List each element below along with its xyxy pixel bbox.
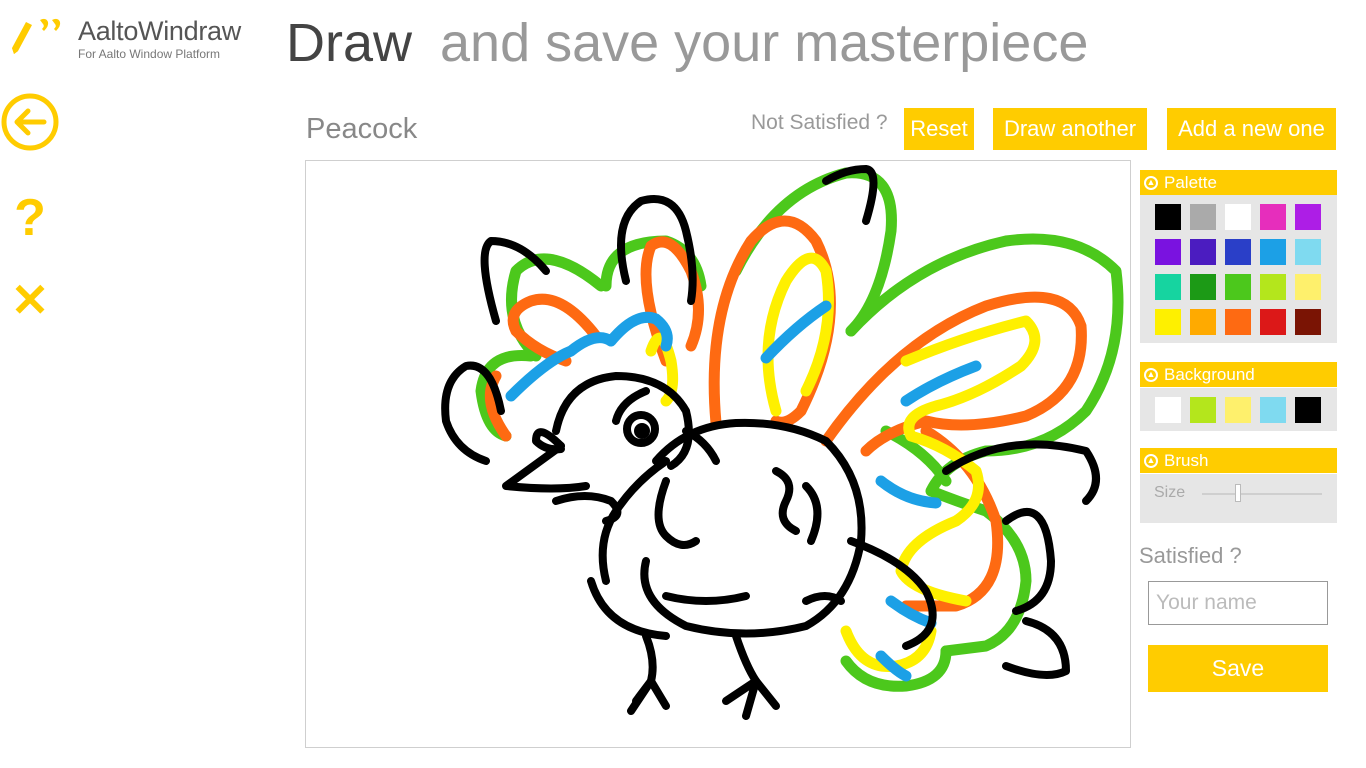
chevron-up-icon: ▲ bbox=[1144, 175, 1158, 190]
palette-color-swatch[interactable] bbox=[1190, 239, 1216, 265]
palette-color-swatch[interactable] bbox=[1155, 274, 1181, 300]
background-color-swatch[interactable] bbox=[1155, 397, 1181, 423]
pencil-logo-icon bbox=[12, 18, 61, 54]
arrow-left-circle-icon bbox=[1, 93, 59, 151]
page-title-main: Draw bbox=[286, 13, 413, 73]
brush-title: Brush bbox=[1164, 450, 1209, 470]
add-new-button[interactable]: Add a new one bbox=[1167, 108, 1336, 150]
palette-color-swatch[interactable] bbox=[1295, 204, 1321, 230]
palette-color-swatch[interactable] bbox=[1260, 239, 1286, 265]
palette-color-swatch[interactable] bbox=[1225, 239, 1251, 265]
palette-color-swatch[interactable] bbox=[1260, 274, 1286, 300]
help-button[interactable]: ? bbox=[0, 188, 60, 248]
palette-color-swatch[interactable] bbox=[1190, 204, 1216, 230]
peacock-drawing bbox=[441, 165, 1124, 720]
background-title: Background bbox=[1164, 364, 1255, 384]
brush-size-thumb[interactable] bbox=[1235, 484, 1241, 502]
background-color-swatch[interactable] bbox=[1295, 397, 1321, 423]
app-title: AaltoWindraw bbox=[78, 16, 241, 46]
reset-button[interactable]: Reset bbox=[904, 108, 974, 150]
app-subtitle: For Aalto Window Platform bbox=[78, 47, 221, 61]
background-color-swatch[interactable] bbox=[1225, 397, 1251, 423]
brush-panel: Size bbox=[1140, 474, 1337, 523]
palette-color-swatch[interactable] bbox=[1295, 239, 1321, 265]
back-button[interactable] bbox=[0, 90, 60, 154]
background-header[interactable]: ▲ Background bbox=[1140, 362, 1337, 387]
not-satisfied-label: Not Satisfied ? bbox=[751, 111, 888, 134]
save-button[interactable]: Save bbox=[1148, 645, 1328, 692]
chevron-up-icon: ▲ bbox=[1144, 453, 1158, 468]
name-input[interactable] bbox=[1148, 581, 1328, 625]
chevron-up-icon: ▲ bbox=[1144, 367, 1158, 382]
brush-header[interactable]: ▲ Brush bbox=[1140, 448, 1337, 473]
palette-color-swatch[interactable] bbox=[1225, 274, 1251, 300]
background-color-swatch[interactable] bbox=[1190, 397, 1216, 423]
palette-header[interactable]: ▲ Palette bbox=[1140, 170, 1337, 195]
palette-color-swatch[interactable] bbox=[1260, 204, 1286, 230]
palette-color-swatch[interactable] bbox=[1155, 204, 1181, 230]
palette-color-swatch[interactable] bbox=[1295, 274, 1321, 300]
palette-swatches bbox=[1140, 195, 1337, 343]
background-color-swatch[interactable] bbox=[1260, 397, 1286, 423]
palette-color-swatch[interactable] bbox=[1260, 309, 1286, 335]
drawing-canvas[interactable] bbox=[305, 160, 1131, 748]
palette-color-swatch[interactable] bbox=[1225, 309, 1251, 335]
draw-another-button[interactable]: Draw another bbox=[993, 108, 1147, 150]
background-swatches bbox=[1140, 388, 1337, 431]
page-title: Draw and save your masterpiece bbox=[286, 12, 1088, 74]
palette-color-swatch[interactable] bbox=[1225, 204, 1251, 230]
palette-color-swatch[interactable] bbox=[1190, 309, 1216, 335]
palette-title: Palette bbox=[1164, 172, 1217, 192]
app-logo: AaltoWindraw For Aalto Window Platform bbox=[10, 14, 250, 64]
palette-color-swatch[interactable] bbox=[1155, 309, 1181, 335]
close-button[interactable]: ✕ bbox=[0, 272, 60, 328]
palette-color-swatch[interactable] bbox=[1295, 309, 1321, 335]
brush-size-label: Size bbox=[1154, 484, 1186, 501]
drawing-name: Peacock bbox=[306, 113, 418, 145]
page-title-sub: and save your masterpiece bbox=[440, 13, 1089, 73]
satisfied-label: Satisfied ? bbox=[1139, 543, 1242, 568]
palette-color-swatch[interactable] bbox=[1155, 239, 1181, 265]
brush-size-slider[interactable] bbox=[1202, 493, 1322, 495]
palette-color-swatch[interactable] bbox=[1190, 274, 1216, 300]
